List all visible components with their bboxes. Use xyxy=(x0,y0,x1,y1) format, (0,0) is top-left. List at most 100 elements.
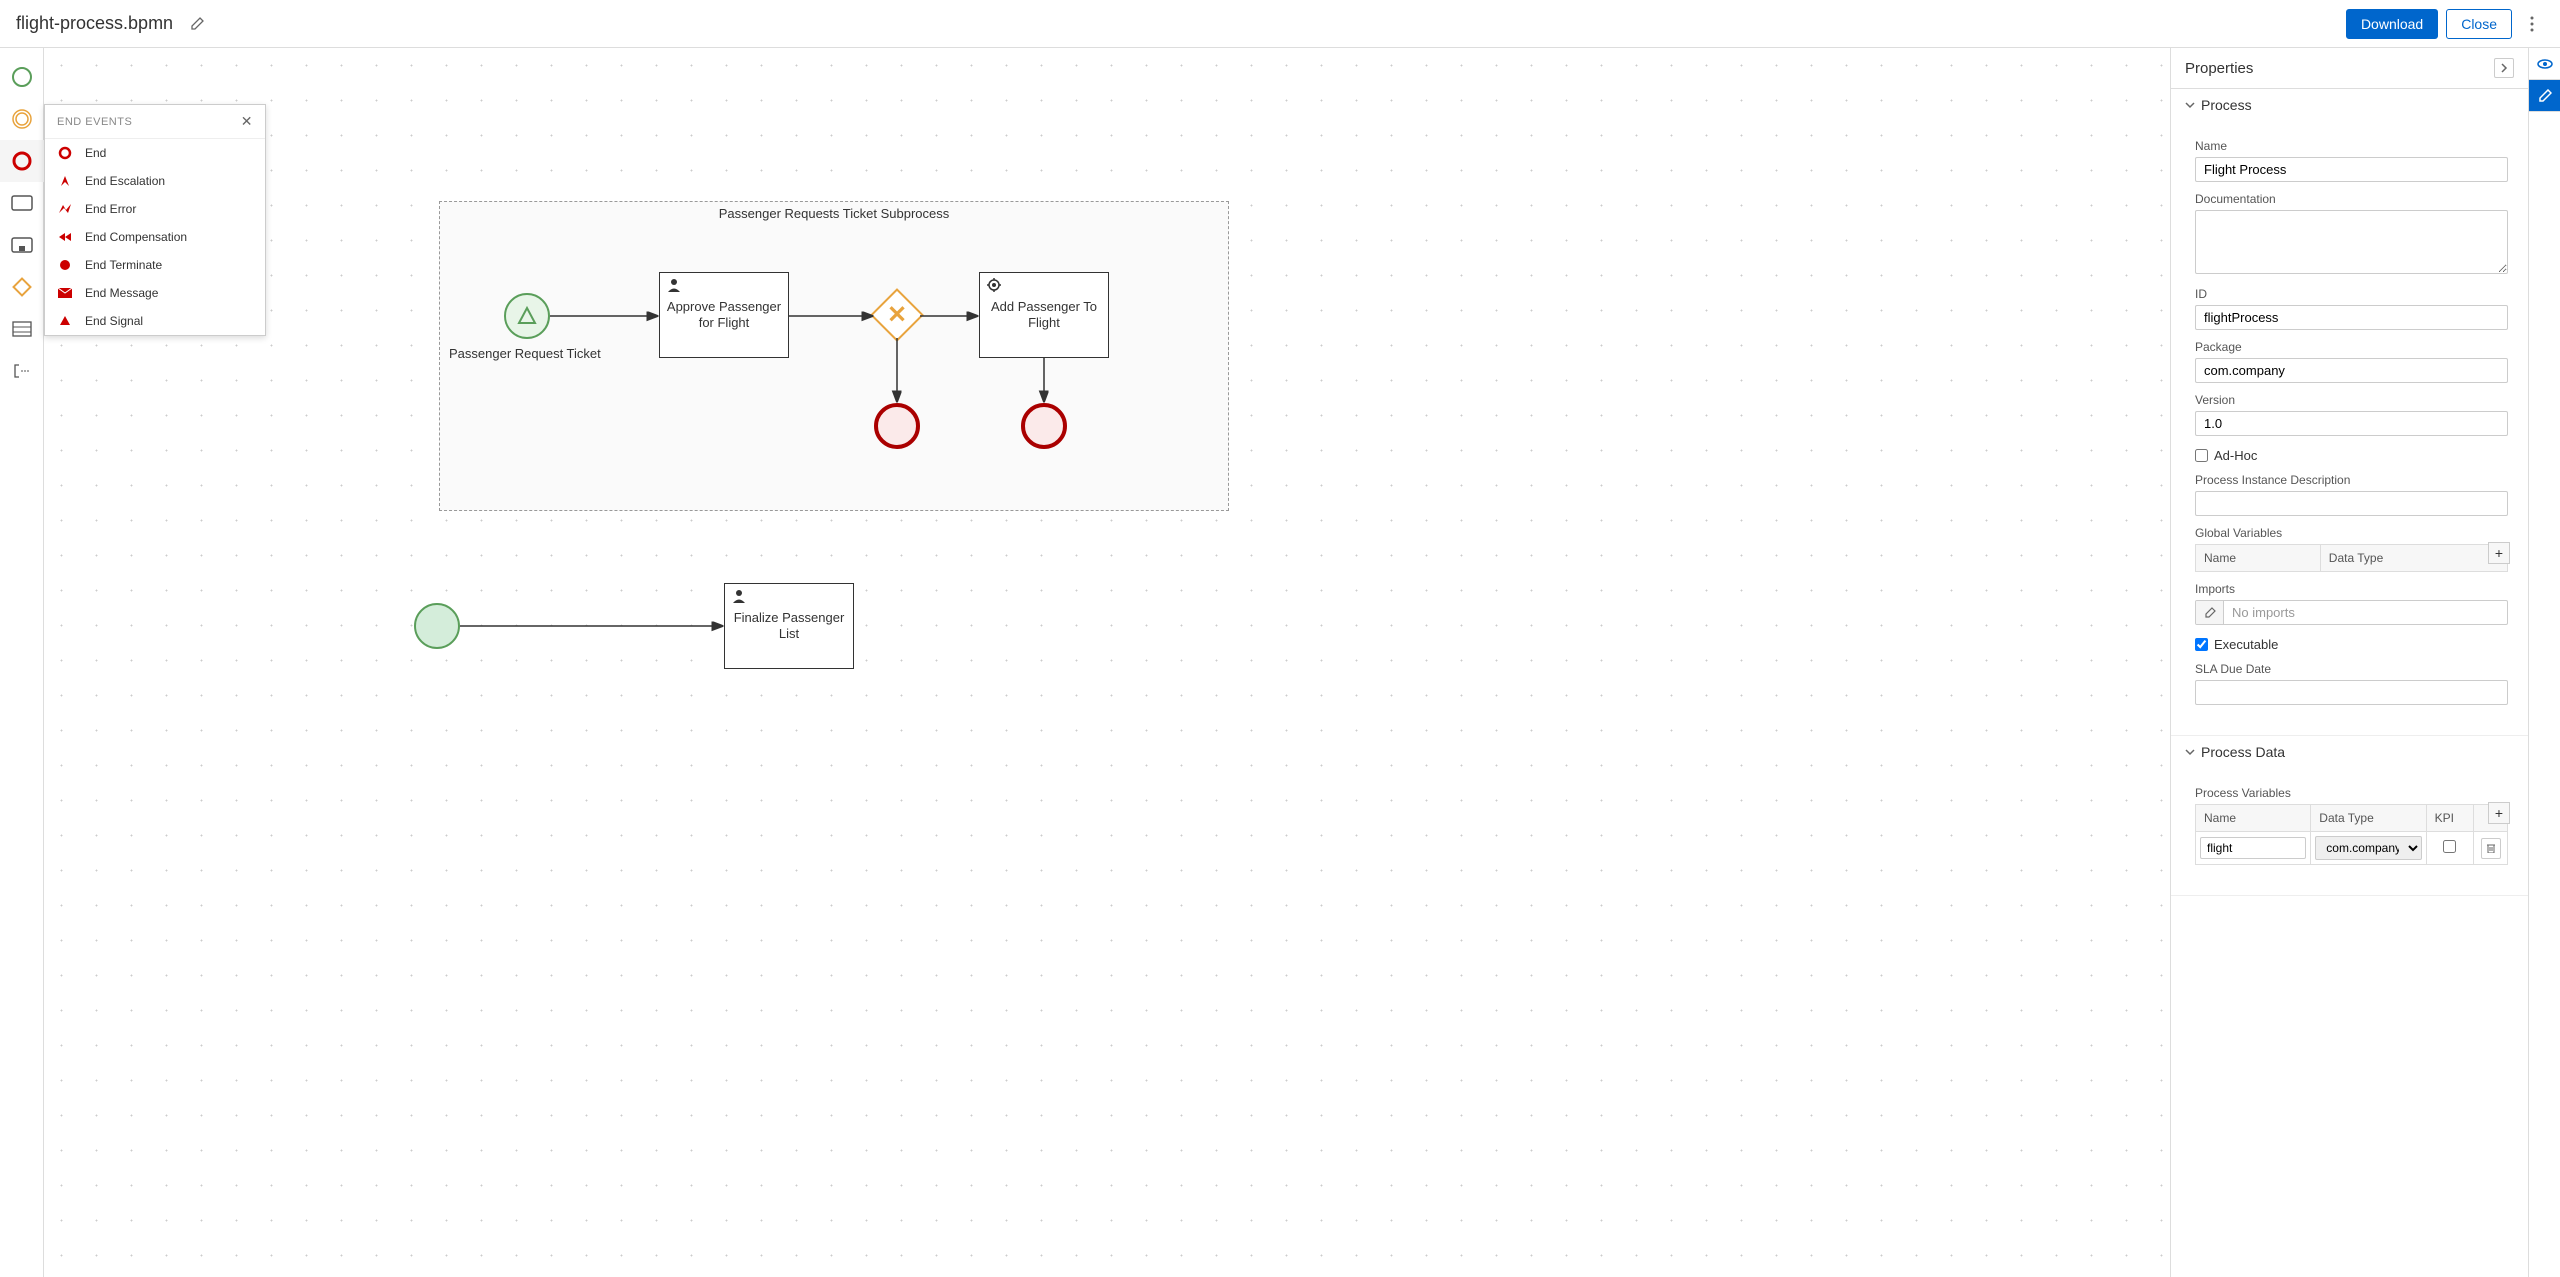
documentation-label: Documentation xyxy=(2195,192,2508,206)
user-task-icon xyxy=(731,588,747,608)
signal-icon xyxy=(57,313,73,329)
pvar-kpi-checkbox[interactable] xyxy=(2443,840,2456,853)
chevron-down-icon xyxy=(2185,747,2195,757)
palette-label: End Message xyxy=(85,286,158,300)
table-row: com.company xyxy=(2196,832,2508,865)
pvars-col-dtype: Data Type xyxy=(2311,805,2426,832)
sla-label: SLA Due Date xyxy=(2195,662,2508,676)
imports-label: Imports xyxy=(2195,582,2508,596)
id-input[interactable] xyxy=(2195,305,2508,330)
executable-checkbox[interactable] xyxy=(2195,638,2208,651)
bpmn-canvas[interactable]: Passenger Requests Ticket Subprocess Pas… xyxy=(44,48,2170,1277)
task-approve[interactable]: Approve Passenger for Flight xyxy=(659,272,789,358)
properties-panel: Properties Process Name Documentation ID… xyxy=(2171,48,2528,1277)
file-name: flight-process.bpmn xyxy=(16,13,173,34)
palette-close-icon[interactable]: ✕ xyxy=(241,113,253,130)
executable-label: Executable xyxy=(2214,637,2278,652)
download-button[interactable]: Download xyxy=(2346,9,2438,39)
pvars-label: Process Variables xyxy=(2195,786,2508,800)
toolbar-lane[interactable] xyxy=(0,308,44,350)
toolbar-artifact[interactable] xyxy=(0,350,44,392)
palette-end[interactable]: End xyxy=(45,139,265,167)
palette-title: END EVENTS xyxy=(57,116,132,128)
task-add[interactable]: Add Passenger To Flight xyxy=(979,272,1109,358)
delete-pvar-icon[interactable] xyxy=(2481,838,2501,859)
escalation-icon xyxy=(57,173,73,189)
palette-end-signal[interactable]: End Signal xyxy=(45,307,265,335)
properties-title: Properties xyxy=(2185,60,2253,77)
palette-end-escalation[interactable]: End Escalation xyxy=(45,167,265,195)
version-label: Version xyxy=(2195,393,2508,407)
section-process-data-header[interactable]: Process Data xyxy=(2171,736,2528,768)
side-tabs xyxy=(2528,48,2560,1277)
gateway-x-icon: ✕ xyxy=(887,301,907,330)
imports-placeholder: No imports xyxy=(2224,601,2507,624)
pid-input[interactable] xyxy=(2195,491,2508,516)
toolbar-end-event[interactable] xyxy=(0,140,44,182)
section-process-header[interactable]: Process xyxy=(2171,89,2528,121)
close-button[interactable]: Close xyxy=(2446,9,2512,39)
pvars-col-name: Name xyxy=(2196,805,2311,832)
version-input[interactable] xyxy=(2195,411,2508,436)
toolbar-gateway[interactable] xyxy=(0,266,44,308)
toolbar-task[interactable] xyxy=(0,182,44,224)
palette-label: End Compensation xyxy=(85,230,187,244)
toolbar-subprocess[interactable] xyxy=(0,224,44,266)
palette-end-message[interactable]: End Message xyxy=(45,279,265,307)
end-event-task[interactable] xyxy=(1021,403,1067,449)
globals-label: Global Variables xyxy=(2195,526,2508,540)
message-icon xyxy=(57,285,73,301)
palette-end-compensation[interactable]: End Compensation xyxy=(45,223,265,251)
user-task-icon xyxy=(666,277,682,297)
task-label: Add Passenger To Flight xyxy=(984,299,1104,330)
globals-col-dtype: Data Type xyxy=(2320,545,2507,572)
palette-label: End Terminate xyxy=(85,258,162,272)
chevron-down-icon xyxy=(2185,100,2195,110)
package-label: Package xyxy=(2195,340,2508,354)
pvars-col-kpi: KPI xyxy=(2426,805,2473,832)
section-title: Process xyxy=(2201,97,2252,113)
adhoc-label: Ad-Hoc xyxy=(2214,448,2257,463)
section-title: Process Data xyxy=(2201,744,2285,760)
header-bar: flight-process.bpmn Download Close xyxy=(0,0,2560,48)
name-input[interactable] xyxy=(2195,157,2508,182)
edit-filename-icon[interactable] xyxy=(185,12,209,36)
globals-col-name: Name xyxy=(2196,545,2321,572)
terminate-icon xyxy=(57,257,73,273)
service-task-icon xyxy=(986,277,1002,297)
package-input[interactable] xyxy=(2195,358,2508,383)
compensation-icon xyxy=(57,229,73,245)
task-finalize[interactable]: Finalize Passenger List xyxy=(724,583,854,669)
palette-label: End Error xyxy=(85,202,136,216)
toolbar-start-event[interactable] xyxy=(0,56,44,98)
palette-label: End Escalation xyxy=(85,174,165,188)
palette-end-terminate[interactable]: End Terminate xyxy=(45,251,265,279)
name-label: Name xyxy=(2195,139,2508,153)
edit-imports-button[interactable] xyxy=(2196,601,2224,624)
kebab-menu-icon[interactable] xyxy=(2520,12,2544,36)
add-global-button[interactable]: + xyxy=(2488,542,2510,564)
task-label: Approve Passenger for Flight xyxy=(664,299,784,330)
subprocess-label: Passenger Requests Ticket Subprocess xyxy=(719,206,950,221)
palette-end-error[interactable]: End Error xyxy=(45,195,265,223)
start-event-main[interactable] xyxy=(414,603,460,649)
exclusive-gateway[interactable]: ✕ xyxy=(874,292,920,338)
palette-flyout: END EVENTS ✕ End End Escalation End Erro… xyxy=(44,104,266,336)
add-pvar-button[interactable]: + xyxy=(2488,802,2510,824)
start-signal-event[interactable] xyxy=(504,293,550,339)
side-tab-edit[interactable] xyxy=(2529,80,2560,112)
palette-label: End Signal xyxy=(85,314,143,328)
left-toolbar xyxy=(0,48,44,1277)
error-icon xyxy=(57,201,73,217)
end-icon xyxy=(57,145,73,161)
side-tab-view[interactable] xyxy=(2529,48,2560,80)
collapse-properties-icon[interactable] xyxy=(2494,58,2514,78)
end-event-gateway[interactable] xyxy=(874,403,920,449)
pvar-name-input[interactable] xyxy=(2200,837,2306,859)
adhoc-checkbox[interactable] xyxy=(2195,449,2208,462)
toolbar-intermediate-event[interactable] xyxy=(0,98,44,140)
pvar-type-select[interactable]: com.company xyxy=(2315,836,2421,860)
sla-input[interactable] xyxy=(2195,680,2508,705)
id-label: ID xyxy=(2195,287,2508,301)
documentation-input[interactable] xyxy=(2195,210,2508,274)
